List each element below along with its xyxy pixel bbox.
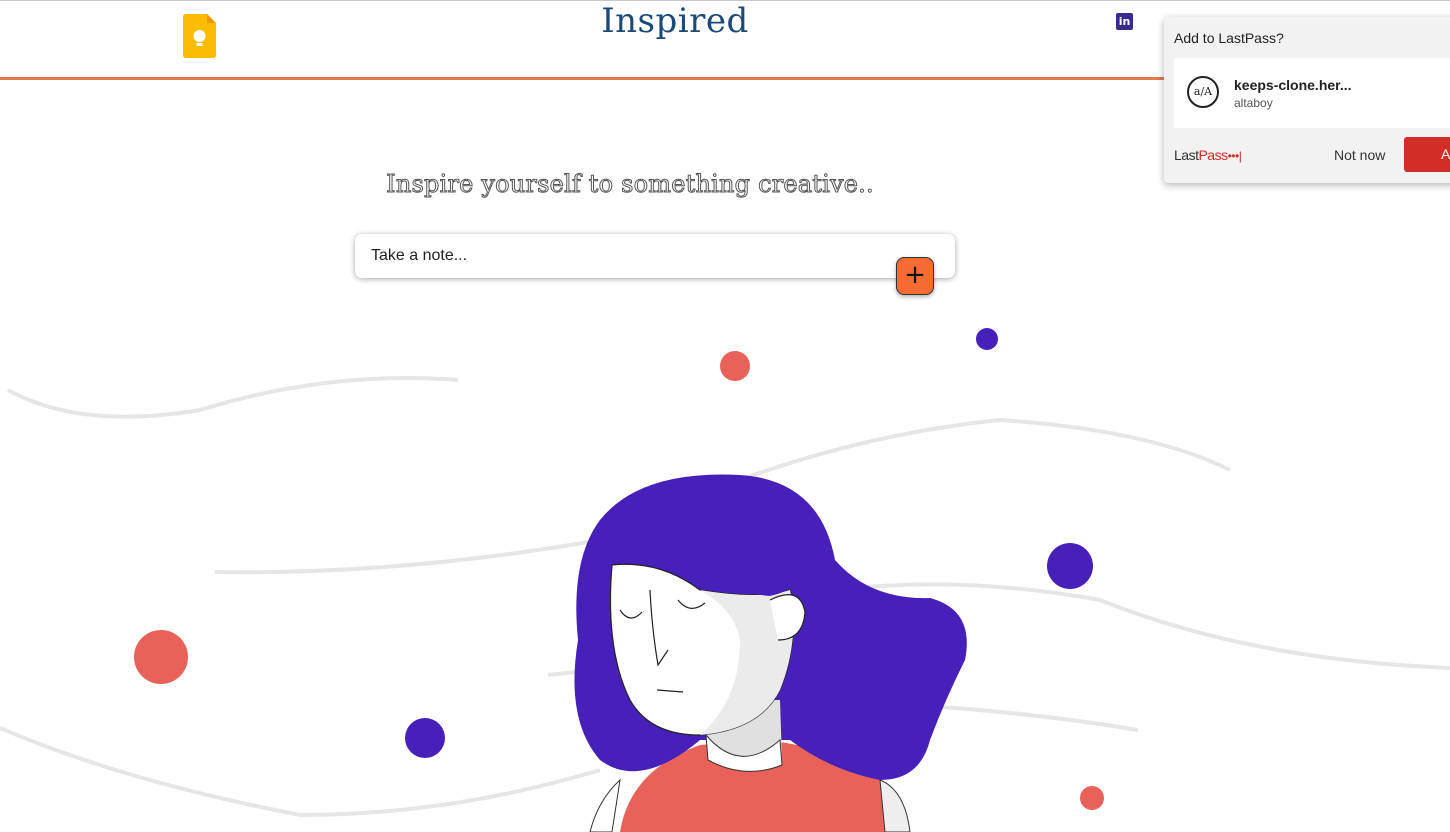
lastpass-credential-card[interactable]: a/A keeps-clone.her... altaboy xyxy=(1174,58,1450,128)
lastpass-logo-dots: •••| xyxy=(1227,149,1242,163)
decor-dot xyxy=(720,351,750,381)
decor-dot xyxy=(1047,543,1093,589)
lastpass-logo: LastPass•••| xyxy=(1174,147,1242,163)
person-arm xyxy=(589,778,621,832)
lastpass-title: Add to LastPass? xyxy=(1174,30,1284,46)
decor-dot xyxy=(134,630,188,684)
brand-title[interactable]: Inspired xyxy=(560,1,790,41)
decor-dot xyxy=(976,328,998,350)
tagline: Inspire yourself to something creative.. xyxy=(386,170,874,199)
lastpass-username: altaboy xyxy=(1234,96,1273,110)
lastpass-popup: Add to LastPass? a/A keeps-clone.her... … xyxy=(1164,17,1450,183)
person-arm xyxy=(879,779,911,832)
page: Inspired in Inspire yourself to somethin… xyxy=(0,0,1450,832)
hero-illustration xyxy=(0,328,1450,832)
lastpass-logo-last: Last xyxy=(1174,147,1199,163)
decor-dot xyxy=(1080,786,1104,810)
lastpass-logo-pass: Pass xyxy=(1198,147,1228,163)
note-composer xyxy=(355,234,955,278)
note-input[interactable] xyxy=(371,244,871,268)
lastpass-site-name: keeps-clone.her... xyxy=(1234,77,1352,93)
site-avatar-icon: a/A xyxy=(1187,76,1219,108)
add-note-button[interactable]: + xyxy=(896,257,934,295)
decor-dot xyxy=(405,718,445,758)
google-keep-icon[interactable] xyxy=(183,14,216,58)
add-to-lastpass-button[interactable]: Add xyxy=(1404,137,1450,172)
linkedin-icon[interactable]: in xyxy=(1116,13,1133,30)
not-now-button[interactable]: Not now xyxy=(1334,147,1385,163)
